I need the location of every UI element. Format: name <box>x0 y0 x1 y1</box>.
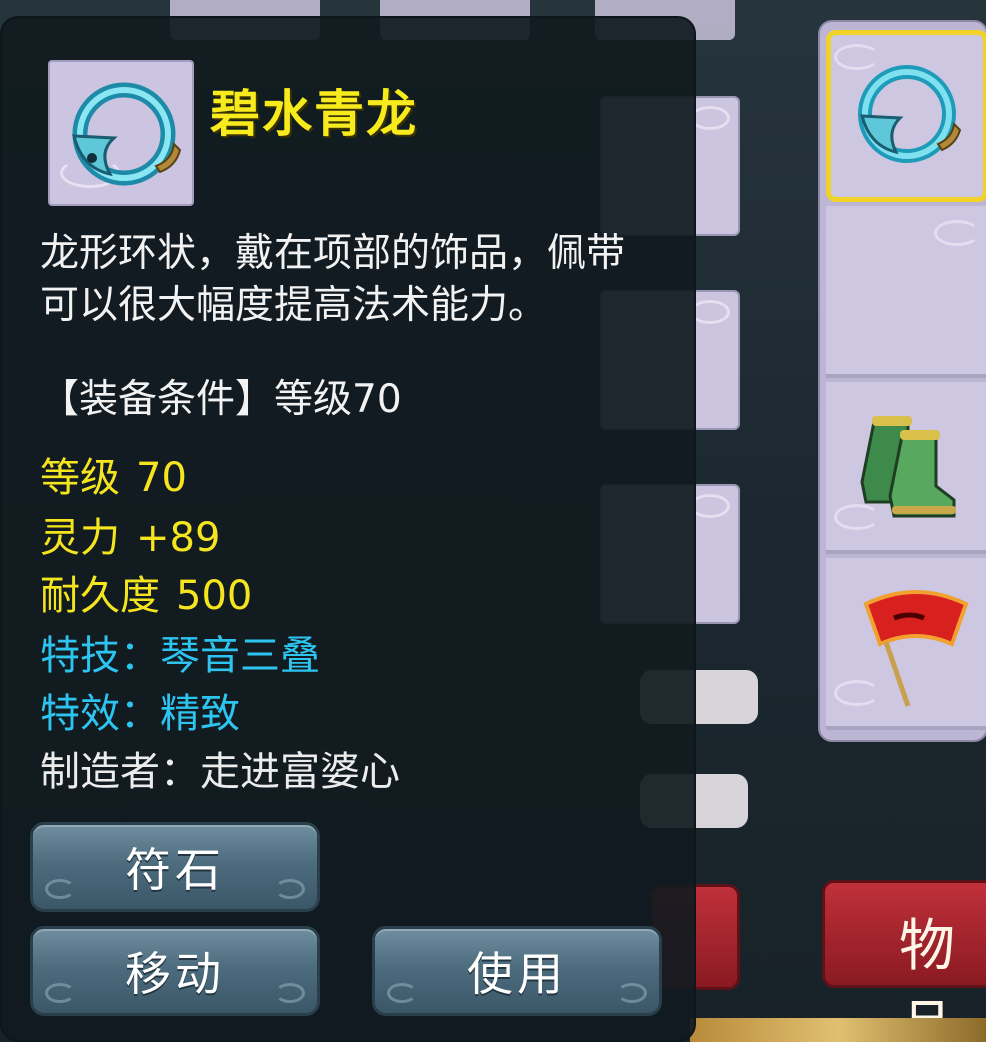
item-icon-frame <box>48 60 194 206</box>
rune-button[interactable]: 符石 <box>30 822 320 912</box>
maker-info: 制造者：走进富婆心 <box>40 749 400 795</box>
dragon-ring-icon <box>858 65 962 163</box>
stat-value: 70 <box>136 455 187 501</box>
move-button[interactable]: 移动 <box>30 926 320 1016</box>
stat-durability: 耐久度 500 <box>40 570 252 622</box>
game-screen: 物品 <box>0 0 986 1042</box>
use-button-label: 使用 <box>467 947 567 1001</box>
special-effect: 特效：精致 <box>40 691 240 737</box>
inventory-slot-selected[interactable] <box>826 30 986 202</box>
inventory-slot[interactable] <box>826 206 986 378</box>
stat-value: 500 <box>176 573 253 619</box>
special-skill: 特技：琴音三叠 <box>40 633 320 679</box>
item-name: 碧水青龙 <box>210 85 418 143</box>
stat-label: 等级 <box>40 455 120 501</box>
item-tab-button[interactable]: 物品 <box>822 880 986 1042</box>
inventory-slot[interactable] <box>826 382 986 554</box>
stat-level: 等级 70 <box>40 452 187 504</box>
equip-requirement: 【装备条件】等级70 <box>40 377 402 422</box>
item-description: 龙形环状，戴在项部的饰品，佩带可以很大幅度提高法术能力。 <box>40 231 626 328</box>
dragon-ring-icon <box>72 82 182 186</box>
use-button[interactable]: 使用 <box>372 926 662 1016</box>
stat-spirit: 灵力 +89 <box>40 512 220 564</box>
stat-label: 耐久度 <box>40 573 160 619</box>
bottom-strip <box>690 1018 986 1042</box>
stat-label: 灵力 <box>40 515 120 561</box>
boots-icon <box>860 416 956 518</box>
inventory-column <box>818 20 986 742</box>
rune-button-label: 符石 <box>125 843 225 897</box>
stat-value: +89 <box>136 515 221 561</box>
fan-weapon-icon <box>863 590 969 707</box>
move-button-label: 移动 <box>125 947 225 1001</box>
item-tooltip: 碧水青龙 龙形环状，戴在项部的饰品，佩带可以很大幅度提高法术能力。 【装备条件】… <box>0 16 696 1042</box>
inventory-slot[interactable] <box>826 558 986 730</box>
